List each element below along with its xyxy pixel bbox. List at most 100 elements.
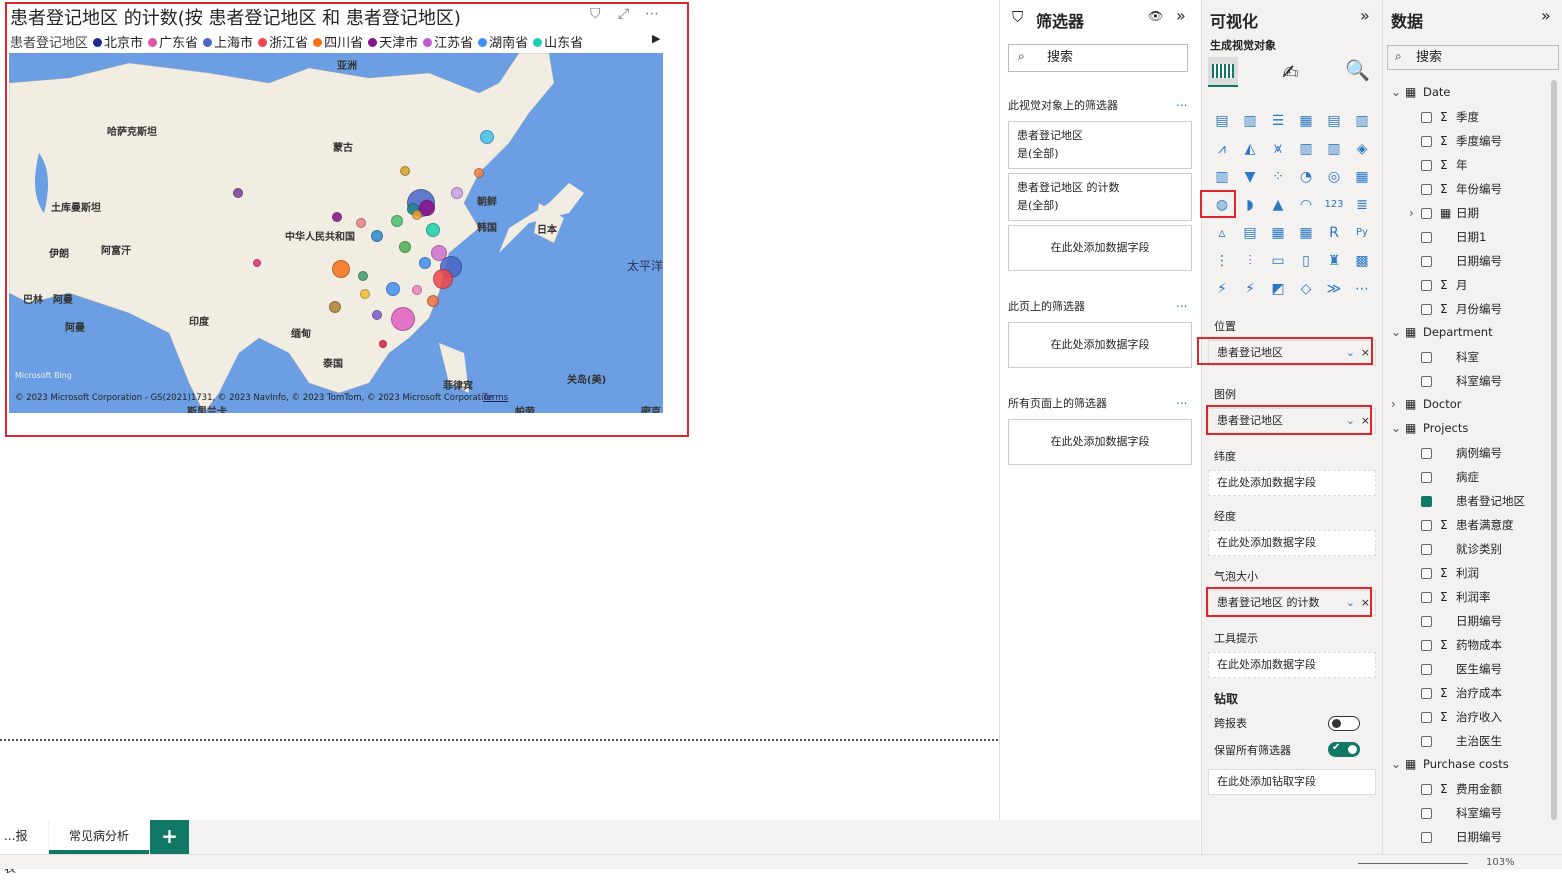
visual-type-icon[interactable]: ◠ xyxy=(1296,195,1316,215)
visual-type-icon[interactable]: ▤ xyxy=(1240,223,1260,243)
map-bubble[interactable] xyxy=(356,218,366,228)
field-dropzone[interactable]: 在此处添加数据字段 xyxy=(1208,530,1376,556)
drill-dropzone[interactable]: 在此处添加钻取字段 xyxy=(1208,769,1376,795)
visual-type-icon[interactable]: ≫ xyxy=(1324,279,1344,299)
field-checkbox[interactable] xyxy=(1421,183,1432,195)
visual-type-icon[interactable]: ▩ xyxy=(1352,251,1372,271)
eye-icon[interactable]: 👁 xyxy=(1148,9,1163,23)
visual-type-icon[interactable]: ♜ xyxy=(1324,251,1344,271)
filter-card[interactable]: 患者登记地区 是(全部) xyxy=(1008,121,1192,169)
field-item[interactable]: 日期1 xyxy=(1421,229,1486,245)
map-bubble[interactable] xyxy=(253,259,261,267)
field-checkbox[interactable] xyxy=(1421,495,1432,507)
terms-link[interactable]: Terms xyxy=(483,393,508,403)
visual-type-icon[interactable]: ⚡ xyxy=(1212,279,1232,299)
legend-item[interactable]: 天津市 xyxy=(368,32,418,51)
legend-item[interactable]: 湖南省 xyxy=(478,32,528,51)
field-item[interactable]: Σ 利润率 xyxy=(1421,589,1491,605)
visual-type-icon[interactable]: ▥ xyxy=(1324,139,1344,159)
table-node[interactable]: ⌄ ▦ Date xyxy=(1391,85,1451,99)
field-item[interactable]: Σ 治疗收入 xyxy=(1421,709,1502,725)
collapse-icon[interactable]: » xyxy=(1541,6,1551,25)
field-item[interactable]: Σ 季度 xyxy=(1421,109,1479,125)
visual-type-icon[interactable]: ▵ xyxy=(1212,223,1232,243)
field-item[interactable]: 病例编号 xyxy=(1421,445,1502,461)
more-icon[interactable]: ... xyxy=(1176,296,1187,310)
more-options-icon[interactable]: ⋯ xyxy=(645,6,659,22)
field-checkbox[interactable] xyxy=(1421,663,1432,675)
scrollbar[interactable] xyxy=(1551,80,1557,820)
field-item[interactable]: 科室 xyxy=(1421,349,1479,365)
analytics-icon[interactable]: 🔍 xyxy=(1345,58,1370,82)
visual-type-icon[interactable]: ◔ xyxy=(1296,167,1316,187)
legend-item[interactable]: 江苏省 xyxy=(423,32,473,51)
visual-type-icon[interactable]: ▦ xyxy=(1268,223,1288,243)
chevron-right-icon[interactable]: › xyxy=(1409,206,1414,220)
field-item[interactable]: 主治医生 xyxy=(1421,733,1502,749)
visual-type-icon[interactable]: ▥ xyxy=(1296,139,1316,159)
visual-type-icon[interactable]: ◗ xyxy=(1240,195,1260,215)
add-field-dropzone[interactable]: 在此处添加数据字段 xyxy=(1008,225,1192,271)
field-checkbox[interactable] xyxy=(1421,471,1432,483)
map-bubble[interactable] xyxy=(372,310,382,320)
visual-type-icon[interactable]: ▥ xyxy=(1352,111,1372,131)
field-item[interactable]: 医生编号 xyxy=(1421,661,1502,677)
field-checkbox[interactable] xyxy=(1421,711,1432,723)
more-icon[interactable]: ... xyxy=(1176,95,1187,109)
field-checkbox[interactable] xyxy=(1421,135,1432,147)
field-item[interactable]: Σ 患者满意度 xyxy=(1421,517,1514,533)
map-bubble[interactable] xyxy=(233,188,243,198)
chevron-right-icon[interactable]: › xyxy=(1391,397,1405,411)
add-field-dropzone[interactable]: 在此处添加数据字段 xyxy=(1008,419,1192,465)
map-bubble[interactable] xyxy=(329,301,341,313)
map-bubble[interactable] xyxy=(391,307,415,331)
legend-item[interactable]: 四川省 xyxy=(313,32,363,51)
visual-type-icon[interactable]: ◭ xyxy=(1240,139,1260,159)
field-checkbox[interactable] xyxy=(1421,543,1432,555)
field-checkbox[interactable] xyxy=(1421,687,1432,699)
map-bubble[interactable] xyxy=(400,166,410,176)
field-checkbox[interactable] xyxy=(1421,639,1432,651)
visual-type-icon[interactable]: ⫶ xyxy=(1240,251,1260,271)
map-visual[interactable]: 患者登记地区 的计数(按 患者登记地区 和 患者登记地区) ⛉ ⤢ ⋯ 患者登记… xyxy=(5,2,689,437)
visual-type-icon[interactable]: ▦ xyxy=(1352,167,1372,187)
map-bubble[interactable] xyxy=(419,257,431,269)
map-area[interactable]: 亚洲 哈萨克斯坦 蒙古 土库曼斯坦 中华人民共和国 朝鲜 韩国 日本 太平洋 伊朗 阿富汗 巴林 阿曼阿… xyxy=(9,53,663,413)
map-bubble[interactable] xyxy=(426,223,440,237)
field-item[interactable]: Σ 费用金额 xyxy=(1421,781,1502,797)
build-visual-tab[interactable] xyxy=(1208,57,1238,87)
visual-type-icon[interactable]: ☰ xyxy=(1268,111,1288,131)
chevron-down-icon[interactable]: ⌄ xyxy=(1391,421,1405,435)
field-checkbox[interactable] xyxy=(1421,303,1432,315)
visual-type-icon[interactable]: ▤ xyxy=(1324,111,1344,131)
table-node[interactable]: ⌄ ▦ Projects xyxy=(1391,421,1468,435)
field-dropzone[interactable]: 在此处添加数据字段 xyxy=(1208,652,1376,678)
map-bubble[interactable] xyxy=(451,187,463,199)
legend-item[interactable]: 广东省 xyxy=(148,32,198,51)
field-item[interactable]: 病症 xyxy=(1421,469,1479,485)
field-checkbox[interactable] xyxy=(1421,735,1432,747)
field-item[interactable]: Σ 季度编号 xyxy=(1421,133,1502,149)
map-bubble[interactable] xyxy=(433,269,453,289)
field-checkbox[interactable] xyxy=(1421,831,1432,843)
field-checkbox[interactable] xyxy=(1421,207,1432,219)
add-page-button[interactable]: + xyxy=(150,820,189,854)
visual-type-icon[interactable]: ⁘ xyxy=(1268,167,1288,187)
field-item[interactable]: Σ年 xyxy=(1421,157,1468,173)
visual-type-icon[interactable]: ⋮ xyxy=(1212,251,1232,271)
visual-type-icon[interactable]: ▥ xyxy=(1212,167,1232,187)
map-bubble[interactable] xyxy=(412,210,422,220)
field-item[interactable]: 日期编号 xyxy=(1421,613,1502,629)
visual-type-icon[interactable]: ⩙ xyxy=(1268,139,1288,159)
filter-icon[interactable]: ⛉ xyxy=(590,6,601,22)
visual-type-icon[interactable]: 123 xyxy=(1324,195,1344,215)
map-bubble[interactable] xyxy=(379,340,387,348)
field-item[interactable]: Σ 治疗成本 xyxy=(1421,685,1502,701)
visual-type-icon[interactable]: ▥ xyxy=(1240,111,1260,131)
legend-item[interactable]: 上海市 xyxy=(203,32,253,51)
table-node[interactable]: ⌄ ▦ Purchase costs xyxy=(1391,757,1509,771)
field-item[interactable]: 科室编号 xyxy=(1421,373,1502,389)
legend-item[interactable]: 浙江省 xyxy=(258,32,308,51)
map-bubble[interactable] xyxy=(427,295,439,307)
map-bubble[interactable] xyxy=(391,215,403,227)
